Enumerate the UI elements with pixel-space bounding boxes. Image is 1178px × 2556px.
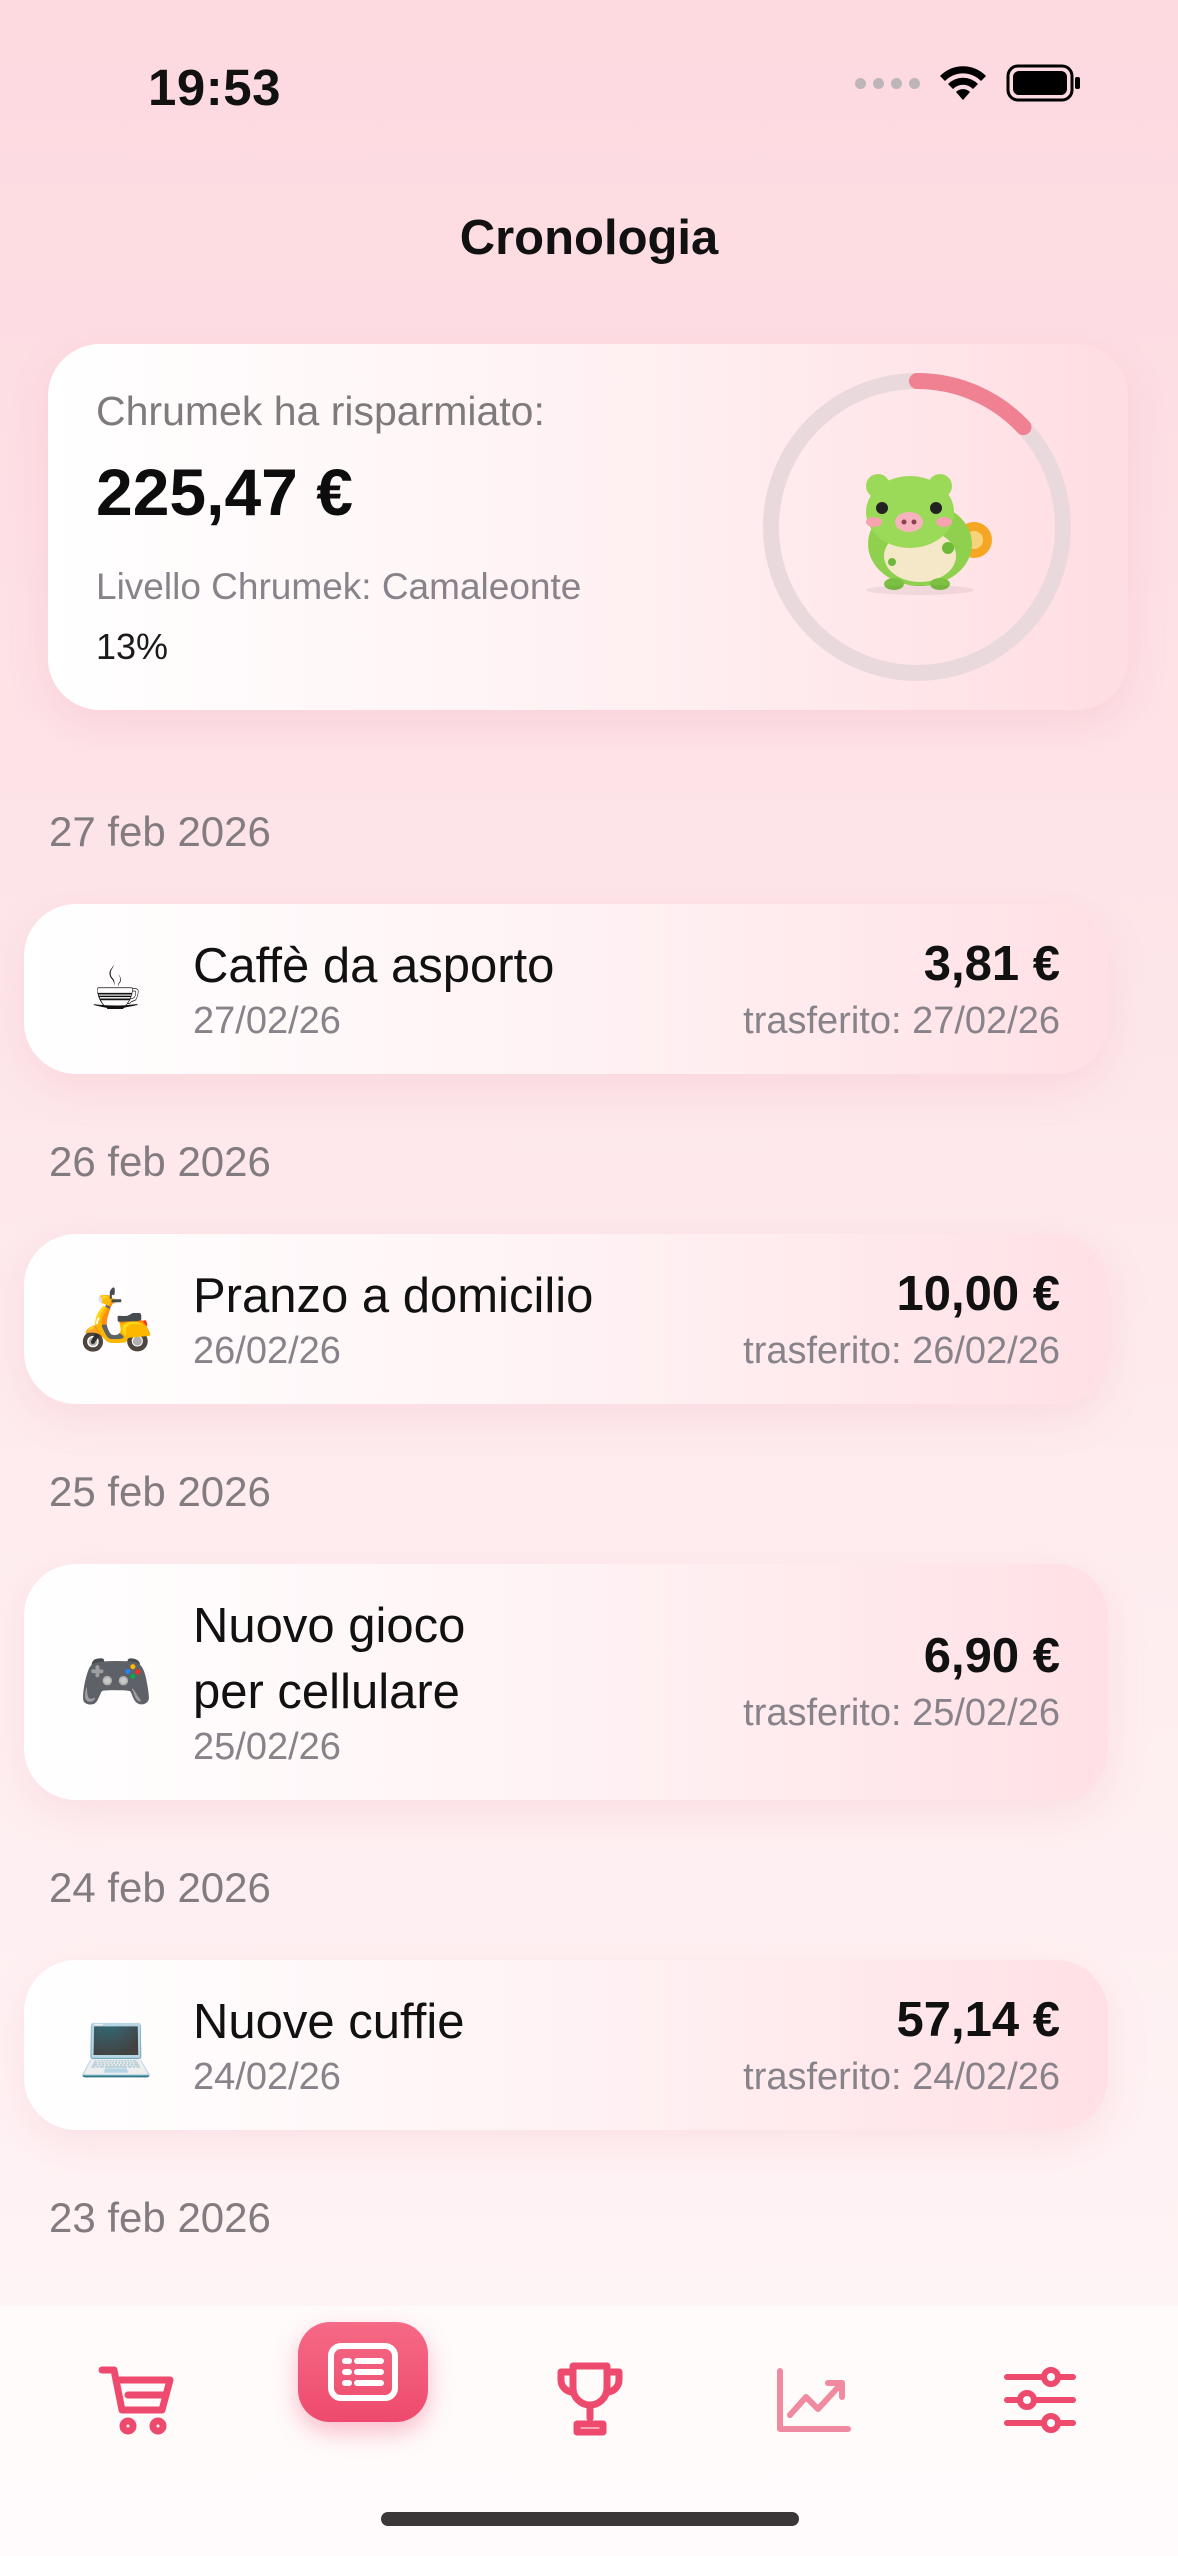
transaction-card[interactable]: 🛵 Pranzo a domicilio 26/02/26 10,00 € tr… [24, 1234, 1108, 1404]
transaction-date: 27/02/26 [193, 1000, 341, 1042]
tab-achievements[interactable] [530, 2340, 650, 2460]
transaction-date: 26/02/26 [193, 1330, 341, 1372]
tab-history[interactable] [298, 2322, 428, 2422]
transaction-card[interactable]: ☕ Caffè da asporto 27/02/26 3,81 € trasf… [24, 904, 1108, 1074]
transaction-card[interactable]: 🎮 Nuovo gioco per cellulare 25/02/26 6,9… [24, 1564, 1108, 1800]
transaction-amount: 3,81 € [923, 937, 1060, 991]
status-time: 19:53 [148, 59, 281, 116]
transaction-amount: 57,14 € [896, 1993, 1061, 2047]
transfer-date: trasferito: 26/02/26 [743, 1330, 1060, 1372]
status-bar: 19:53 [0, 0, 1178, 170]
game-controller-icon: 🎮 [78, 1648, 154, 1715]
coffee-cup-icon: ☕ [89, 955, 143, 1022]
battery-icon [1006, 64, 1080, 102]
cart-icon [98, 2366, 174, 2435]
tab-settings[interactable] [980, 2340, 1100, 2460]
savings-label: Chrumek ha risparmiato: [96, 388, 545, 434]
transaction-name-line: per cellulare [193, 1665, 460, 1719]
mascot-level: Livello Chrumek: Camaleonte [96, 566, 582, 607]
trophy-icon [557, 2362, 623, 2436]
transaction-date: 25/02/26 [193, 1726, 341, 1768]
home-indicator [381, 2512, 799, 2526]
page-title: Cronologia [459, 211, 719, 265]
section-date: 25 feb 2026 [49, 1468, 271, 1515]
section-date: 27 feb 2026 [49, 808, 271, 855]
transaction-date: 24/02/26 [193, 2056, 341, 2098]
transaction-name: Pranzo a domicilio [193, 1269, 594, 1323]
level-progress-percent: 13% [96, 626, 169, 667]
chart-trend-icon [777, 2368, 851, 2432]
tab-shopping-cart[interactable] [78, 2340, 198, 2460]
transaction-name: Caffè da asporto [193, 939, 555, 993]
section-date: 26 feb 2026 [49, 1138, 271, 1185]
transfer-date: trasferito: 25/02/26 [743, 1692, 1060, 1734]
tab-statistics[interactable] [754, 2340, 874, 2460]
transaction-amount: 10,00 € [896, 1267, 1061, 1321]
transaction-card[interactable]: 💻 Nuove cuffie 24/02/26 57,14 € trasferi… [24, 1960, 1108, 2130]
cellular-signal-icon [855, 77, 920, 89]
wifi-icon [940, 66, 986, 100]
scooter-icon: 🛵 [78, 1285, 154, 1352]
section-date: 24 feb 2026 [49, 1864, 271, 1911]
transaction-name: Nuove cuffie [193, 1995, 465, 2049]
transaction-amount: 6,90 € [923, 1629, 1060, 1683]
section-date: 23 feb 2026 [49, 2194, 271, 2241]
savings-amount: 225,47 € [96, 455, 353, 529]
transfer-date: trasferito: 24/02/26 [743, 2056, 1060, 2098]
sliders-icon [1004, 2367, 1076, 2433]
savings-summary-card: Chrumek ha risparmiato: 225,47 € Livello… [48, 344, 1128, 710]
transfer-date: trasferito: 27/02/26 [743, 1000, 1060, 1042]
status-icons [855, 64, 1082, 102]
transaction-name-line: Nuovo gioco [193, 1599, 466, 1653]
laptop-icon: 💻 [78, 2011, 154, 2078]
chameleon-pig-mascot [866, 474, 992, 595]
list-icon [328, 2343, 398, 2401]
